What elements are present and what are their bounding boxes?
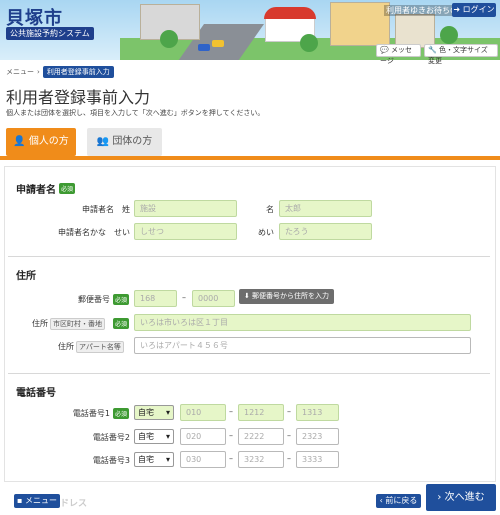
phone-part1-input[interactable]: 020 bbox=[180, 428, 226, 445]
phone-type-select[interactable]: 自宅 bbox=[134, 405, 174, 420]
page-title: 利用者登録事前入力 bbox=[6, 88, 151, 107]
phone-part2-input[interactable]: 3232 bbox=[238, 451, 284, 468]
apartment-label: 住所 bbox=[58, 342, 74, 351]
given-name-label: 名 bbox=[266, 205, 274, 214]
banner-building bbox=[395, 14, 435, 48]
faded-text: ドレス bbox=[60, 499, 88, 509]
banner-tree bbox=[300, 34, 318, 52]
postal-lookup-button[interactable]: ⬇ 郵便番号から住所を入力 bbox=[239, 289, 334, 304]
banner-tree bbox=[160, 30, 178, 48]
back-label: 前に戻る bbox=[385, 496, 418, 505]
banner-building bbox=[330, 2, 390, 46]
breadcrumb-current: 利用者登録事前入力 bbox=[42, 66, 114, 78]
wrench-icon: 🔧 bbox=[428, 46, 437, 54]
phone-dash: – bbox=[287, 407, 291, 416]
phone-part3-input[interactable]: 1313 bbox=[296, 404, 339, 421]
phone-type-select[interactable]: 自宅 bbox=[134, 452, 174, 467]
section-divider bbox=[8, 256, 490, 257]
phone-part1-input[interactable]: 010 bbox=[180, 404, 226, 421]
page-intro: 個人または団体を選択し、項目を入力して「次へ進む」ボタンを押してください。 bbox=[6, 109, 265, 117]
download-icon: ⬇ bbox=[243, 292, 250, 300]
required-badge: 必須 bbox=[113, 294, 130, 305]
section-divider bbox=[8, 373, 490, 374]
chevron-right-icon: › bbox=[437, 492, 442, 503]
message-button[interactable]: 💬 メッセージ bbox=[376, 44, 421, 65]
chevron-left-icon: ‹ bbox=[379, 496, 383, 505]
applicant-title-text: 申請者名 bbox=[16, 185, 56, 196]
login-icon: ➜ bbox=[453, 5, 461, 14]
banner-tree bbox=[440, 26, 458, 44]
phone-part2-input[interactable]: 2222 bbox=[238, 428, 284, 445]
given-name-input[interactable]: 太郎 bbox=[279, 200, 372, 217]
name-label: 申請者名 姓 bbox=[82, 205, 130, 214]
applicant-section-title: 申請者名 必須 bbox=[16, 181, 76, 196]
phone-dash: – bbox=[229, 407, 233, 416]
message-icon: 💬 bbox=[380, 46, 389, 54]
phone-dash: – bbox=[229, 454, 233, 463]
phone-dash: – bbox=[287, 431, 291, 440]
postal-dash: – bbox=[182, 293, 186, 302]
menu-button[interactable]: ▪ メニュー bbox=[14, 494, 60, 508]
address-tag: 市区町村・番地 bbox=[50, 318, 105, 330]
breadcrumb: メニュー › 利用者登録事前入力 bbox=[6, 66, 114, 78]
phone-part2-input[interactable]: 1212 bbox=[238, 404, 284, 421]
next-button[interactable]: › 次へ進む bbox=[426, 484, 496, 511]
back-button[interactable]: ‹ 前に戻る bbox=[376, 494, 421, 508]
phone-section-title: 電話番号 bbox=[16, 384, 56, 399]
tab-individual[interactable]: 👤 個人の方 bbox=[6, 128, 76, 156]
kana-given-input[interactable]: たろう bbox=[279, 223, 372, 240]
phone-part3-input[interactable]: 2323 bbox=[296, 428, 339, 445]
banner-car bbox=[212, 40, 224, 47]
required-badge: 必須 bbox=[59, 183, 76, 194]
login-button[interactable]: ➜ ログイン bbox=[452, 3, 496, 17]
menu-icon: ▪ bbox=[17, 496, 23, 505]
phone-part1-input[interactable]: 030 bbox=[180, 451, 226, 468]
person-icon: 👤 bbox=[13, 136, 26, 147]
kana-given-label: めい bbox=[258, 228, 274, 237]
postal-lookup-label: 郵便番号から住所を入力 bbox=[252, 292, 330, 300]
kana-surname-input[interactable]: しせつ bbox=[134, 223, 237, 240]
site-subtitle: 公共施設予約システム bbox=[6, 27, 94, 40]
address-label: 住所 bbox=[32, 319, 48, 328]
tab-group-label: 団体の方 bbox=[112, 136, 153, 147]
phone-title-text: 電話番号 bbox=[16, 388, 56, 399]
address-section-title: 住所 bbox=[16, 267, 36, 282]
postal-code-second[interactable]: 0000 bbox=[192, 290, 235, 307]
breadcrumb-menu[interactable]: メニュー bbox=[6, 67, 34, 77]
tab-individual-label: 個人の方 bbox=[28, 136, 69, 147]
phone-part3-input[interactable]: 3333 bbox=[296, 451, 339, 468]
apartment-input[interactable]: いろはアパート４５６号 bbox=[134, 337, 471, 354]
required-badge: 必須 bbox=[113, 408, 130, 419]
tab-group[interactable]: 👥 団体の方 bbox=[87, 128, 162, 156]
kana-label: 申請者名かな せい bbox=[58, 228, 130, 237]
address-input[interactable]: いろは市いろは区１丁目 bbox=[134, 314, 471, 331]
group-icon: 👥 bbox=[96, 136, 110, 147]
tab-underline bbox=[0, 156, 500, 160]
phone-label: 電話番号2 bbox=[92, 433, 130, 442]
breadcrumb-separator: › bbox=[37, 68, 40, 76]
postal-label: 郵便番号 bbox=[78, 295, 110, 304]
phone-dash: – bbox=[229, 431, 233, 440]
postal-code-first[interactable]: 168 bbox=[134, 290, 177, 307]
banner-car bbox=[198, 44, 210, 51]
menu-label: メニュー bbox=[24, 496, 57, 505]
address-title-text: 住所 bbox=[16, 271, 36, 282]
phone-dash: – bbox=[287, 454, 291, 463]
surname-input[interactable]: 施設 bbox=[134, 200, 237, 217]
phone-type-select[interactable]: 自宅 bbox=[134, 429, 174, 444]
next-label: 次へ進む bbox=[444, 492, 485, 503]
phone-label: 電話番号1 bbox=[72, 409, 110, 418]
font-size-label: 色・文字サイズ変更 bbox=[428, 46, 488, 65]
required-badge: 必須 bbox=[113, 318, 130, 329]
apartment-tag: アパート名等 bbox=[76, 341, 124, 353]
font-size-button[interactable]: 🔧 色・文字サイズ変更 bbox=[424, 44, 498, 65]
phone-label: 電話番号3 bbox=[92, 456, 130, 465]
login-label: ログイン bbox=[462, 5, 495, 14]
